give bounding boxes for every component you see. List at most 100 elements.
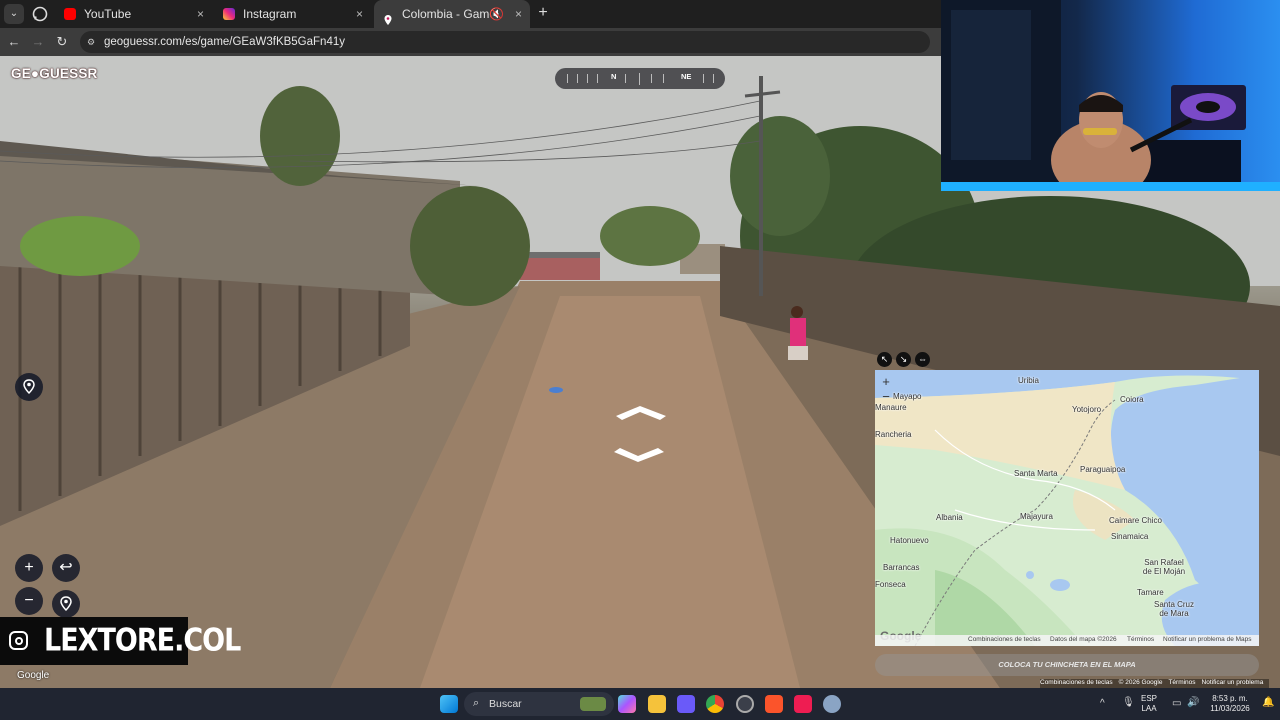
map-zoom-out-button[interactable]: − <box>878 389 894 404</box>
clock-date: 11/03/2026 <box>1210 704 1250 713</box>
youtube-icon <box>64 8 76 20</box>
network-icon[interactable]: ▭ <box>1172 698 1181 709</box>
microphone-icon[interactable]: 🎙 <box>1122 697 1135 708</box>
url-text[interactable]: geoguessr.com/es/game/GEaW3fKB5GaFn41y <box>104 31 345 53</box>
notifications-icon[interactable]: 🔔 <box>1262 697 1274 708</box>
google-logo: Google <box>17 670 50 681</box>
address-bar[interactable]: ⚙ geoguessr.com/es/game/GEaW3fKB5GaFn41y <box>80 31 930 53</box>
forward-button[interactable]: → <box>28 32 48 52</box>
language-indicator[interactable]: ESP LAA <box>1141 694 1157 714</box>
map-pin-icon <box>23 379 35 395</box>
compass-northeast-label: NE <box>681 72 692 81</box>
watermark-handle: LEXTORE.COL <box>44 623 241 659</box>
tab-search-button[interactable]: ⌄ <box>4 4 24 24</box>
file-explorer-icon[interactable] <box>648 695 666 713</box>
keyboard-shortcuts-link[interactable]: Combinaciones de teclas <box>968 636 1041 643</box>
terms-link[interactable]: Términos <box>1168 679 1195 686</box>
map-label: Yotojoro <box>1072 405 1102 414</box>
zoom-out-button[interactable]: − <box>15 587 43 615</box>
settings-icon[interactable] <box>823 695 841 713</box>
close-tab-icon[interactable]: × <box>515 0 522 28</box>
expand-map-icon[interactable]: ↖ <box>877 352 892 367</box>
mute-tab-icon[interactable]: 🔇 <box>489 0 504 28</box>
map-label: Fonseca <box>875 580 906 589</box>
compass: N NE <box>555 68 725 89</box>
obs-icon[interactable] <box>736 695 754 713</box>
search-icon: ⌕ <box>473 697 480 709</box>
instagram-icon <box>223 8 235 20</box>
close-tab-icon[interactable]: × <box>197 0 204 28</box>
shrink-map-icon[interactable]: ↘ <box>896 352 911 367</box>
geoguessr-logo[interactable]: GE●GUESSR <box>11 66 97 81</box>
map-label: Manaure <box>875 403 907 412</box>
new-tab-button[interactable]: + <box>533 2 553 24</box>
map-label: Santa Cruz de Mara <box>1153 600 1195 618</box>
tab-geoguessr[interactable]: Colombia - Game - GeoGu 🔇 × <box>374 0 530 28</box>
windows-start-icon[interactable] <box>440 695 458 713</box>
guess-map[interactable]: + − Uribia Mayapo Coiora Yotojoro Manaur… <box>875 370 1259 646</box>
search-placeholder: Buscar <box>489 698 522 710</box>
place-pin-button[interactable]: COLOCA TU CHINCHETA EN EL MAPA <box>875 654 1259 676</box>
taskbar-search[interactable]: ⌕ Buscar <box>464 692 614 716</box>
map-zoom-controls: + − <box>878 374 894 404</box>
map-data-text: Datos del mapa ©2026 <box>1050 636 1117 643</box>
reload-button[interactable]: ↻ <box>52 32 72 52</box>
whatsapp-pinned-tab[interactable] <box>30 4 50 24</box>
map-label: Sinamaica <box>1111 532 1149 541</box>
pin-map-icon[interactable]: ⇔ <box>915 352 930 367</box>
map-label: Hatonuevo <box>890 536 929 545</box>
return-to-start-button[interactable] <box>52 590 80 618</box>
report-problem-link[interactable]: Notificar un problema <box>1202 679 1264 686</box>
webcam-scene <box>941 0 1280 191</box>
map-label: Paraguaipoa <box>1080 465 1126 474</box>
show-hidden-icons[interactable]: ^ <box>1100 698 1105 709</box>
instagram-icon <box>9 631 28 650</box>
system-clock[interactable]: 8:53 p. m. 11/03/2026 <box>1203 694 1257 714</box>
tab-youtube[interactable]: YouTube × <box>56 0 212 28</box>
chrome-icon[interactable] <box>706 695 724 713</box>
map-label: Tamare <box>1137 588 1164 597</box>
map-attribution: Combinaciones de teclas Datos del mapa ©… <box>875 635 1259 646</box>
copilot-icon[interactable] <box>618 695 636 713</box>
map-label: Caimare Chico <box>1109 516 1162 525</box>
tab-title: Colombia - Game - GeoGu <box>402 7 494 21</box>
close-tab-icon[interactable]: × <box>356 0 363 28</box>
map-size-controls: ↖ ↘ ⇔ <box>877 349 934 367</box>
map-pin-icon <box>382 8 394 25</box>
set-checkpoint-button[interactable] <box>15 373 43 401</box>
map-label: Santa Marta <box>1014 469 1058 478</box>
compass-north-label: N <box>611 72 617 81</box>
terms-link[interactable]: Términos <box>1127 636 1154 643</box>
search-highlight-icon <box>580 697 606 711</box>
tab-instagram[interactable]: Instagram × <box>215 0 371 28</box>
map-label: Coiora <box>1120 395 1144 404</box>
tiktok-icon[interactable] <box>794 695 812 713</box>
site-info-icon[interactable]: ⚙ <box>87 37 97 47</box>
windows-taskbar: ⌕ Buscar ^ 🎙 ESP LAA ▭ 🔊 8:53 p. m. 11/0… <box>0 688 1280 720</box>
map-label: Barrancas <box>883 563 920 572</box>
brave-icon[interactable] <box>765 695 783 713</box>
map-label: San Rafael de El Moján <box>1142 558 1186 576</box>
undo-move-button[interactable]: ↩ <box>52 554 80 582</box>
map-label: Rancheria <box>875 430 912 439</box>
clock-time: 8:53 p. m. <box>1212 694 1248 703</box>
copyright-text: © 2026 Google <box>1118 679 1163 686</box>
map-label: Albania <box>936 513 963 522</box>
webcam-overlay <box>941 0 1280 191</box>
streamer-watermark: LEXTORE.COL <box>0 617 241 665</box>
back-button[interactable]: ← <box>4 32 24 52</box>
map-zoom-in-button[interactable]: + <box>878 374 894 389</box>
map-terrain <box>875 370 1259 646</box>
tab-title: YouTube <box>84 7 132 21</box>
street-attribution: Combinaciones de teclas © 2026 Google Térm… <box>1040 679 1270 688</box>
zoom-in-button[interactable]: + <box>15 554 43 582</box>
whatsapp-icon <box>32 6 48 22</box>
app-icon[interactable] <box>677 695 695 713</box>
volume-icon[interactable]: 🔊 <box>1187 697 1199 708</box>
keyboard-shortcuts-link[interactable]: Combinaciones de teclas <box>1040 679 1113 686</box>
report-problem-link[interactable]: Notificar un problema de Maps <box>1163 636 1252 643</box>
tab-title: Instagram <box>243 7 297 21</box>
flag-pin-icon <box>60 596 72 612</box>
map-label: Mayapo <box>893 392 922 401</box>
map-label: Uribia <box>1018 376 1039 385</box>
